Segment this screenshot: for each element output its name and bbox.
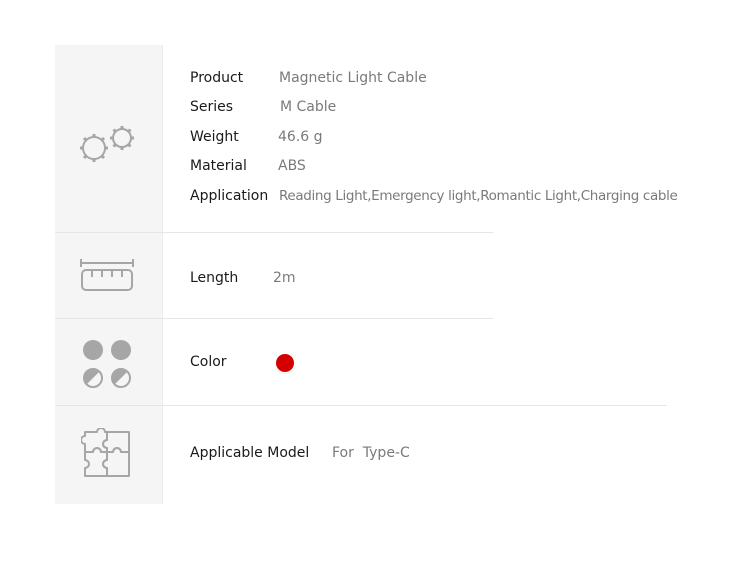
spec-value-application: Reading Light,Emergency light,Romantic L… xyxy=(279,188,678,204)
spec-value-product: Magnetic Light Cable xyxy=(279,70,427,86)
spec-label-application: Application xyxy=(190,188,269,204)
color-swatch-red xyxy=(276,354,294,372)
spec-label-weight: Weight xyxy=(190,129,239,145)
spec-label-applicable-model: Applicable Model xyxy=(190,445,310,461)
spec-label-series: Series xyxy=(190,99,234,115)
spec-value-length: 2m xyxy=(273,270,296,286)
spec-value-applicable-model: For Type-C xyxy=(332,445,410,461)
spec-value-weight: 46.6 g xyxy=(278,129,323,145)
spec-value-series: M Cable xyxy=(280,99,337,115)
ruler-icon xyxy=(80,259,134,291)
spec-value-material: ABS xyxy=(278,158,306,174)
row-separator xyxy=(55,405,667,406)
spec-label-material: Material xyxy=(190,158,247,174)
column-divider xyxy=(162,45,163,504)
spec-label-color: Color xyxy=(190,354,227,370)
puzzle-icon xyxy=(81,428,130,477)
color-palette-icon xyxy=(83,340,131,388)
gears-icon xyxy=(80,126,134,162)
spec-label-product: Product xyxy=(190,70,244,86)
row-separator xyxy=(55,318,493,319)
spec-label-length: Length xyxy=(190,270,239,286)
row-separator xyxy=(55,232,493,233)
